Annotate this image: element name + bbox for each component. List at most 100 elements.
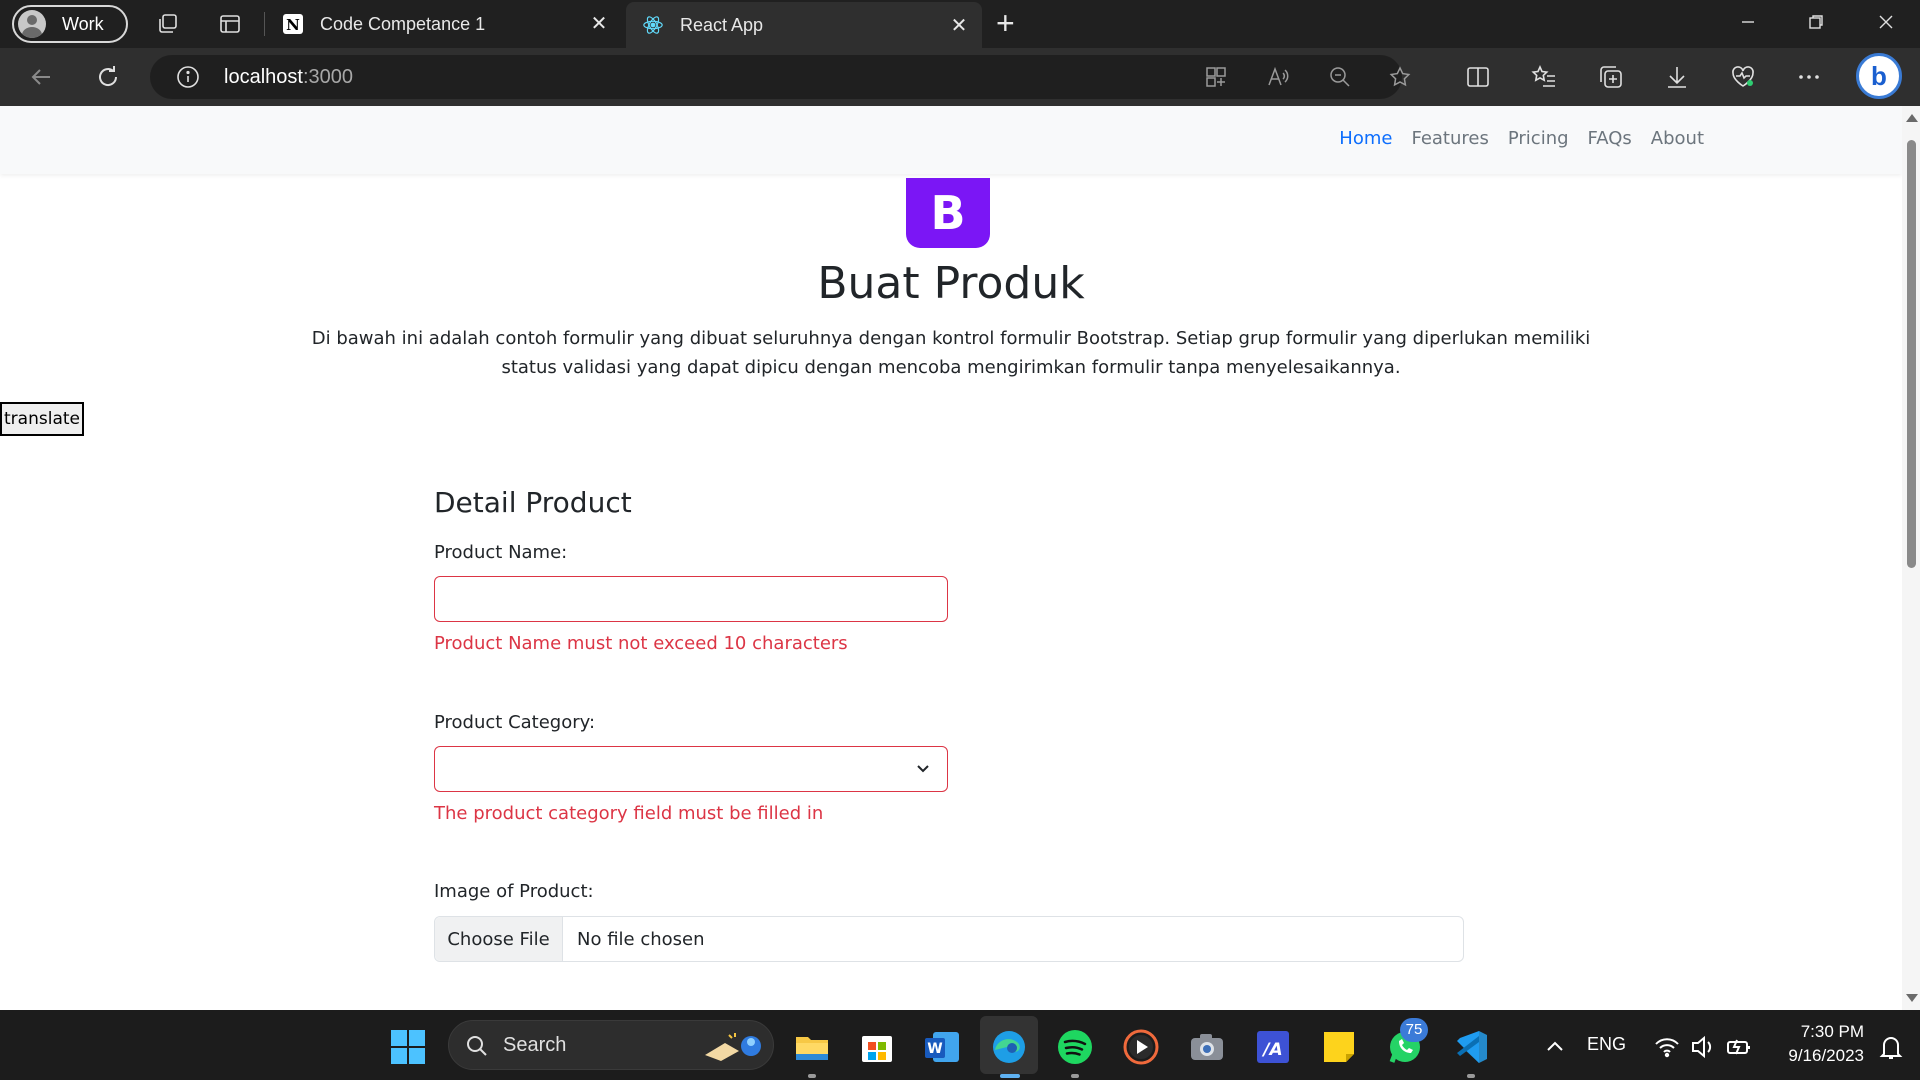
product-name-label: Product Name: [434,542,568,563]
react-icon [642,14,664,36]
new-tab-icon[interactable]: + [996,7,1015,39]
browser-toolbar: localhost:3000 b [0,48,1920,106]
product-category-select[interactable] [434,746,948,792]
battery-icon[interactable] [1720,1028,1750,1066]
nav-links: Home Features Pricing FAQs About [1339,128,1704,149]
edge-icon[interactable] [990,1028,1028,1066]
volume-icon[interactable] [1684,1028,1712,1066]
notion-icon: N [282,13,304,35]
scroll-up-icon[interactable] [1906,114,1918,122]
browser-essentials-icon[interactable] [1730,64,1756,90]
restore-icon[interactable] [1804,10,1828,34]
translate-button[interactable]: translate [0,402,84,436]
start-icon[interactable] [389,1028,427,1066]
bing-copilot-icon[interactable]: b [1856,53,1902,99]
active-indicator [1000,1074,1020,1078]
more-options-icon[interactable] [1796,64,1822,90]
notification-badge: 75 [1400,1018,1428,1042]
page-scrollbar[interactable] [1902,106,1920,1010]
page-viewport: Home Features Pricing FAQs About B Buat … [0,106,1902,1010]
product-category-label: Product Category: [434,712,596,733]
search-highlight-icon [699,1029,765,1063]
workspaces-icon[interactable] [156,12,180,36]
wifi-icon[interactable] [1648,1028,1679,1066]
product-name-error: Product Name must not exceed 10 characte… [434,633,848,654]
vscode-icon[interactable] [1452,1028,1490,1066]
page-description: Di bawah ini adalah contoh formulir yang… [311,328,1591,378]
zoom-icon[interactable] [1328,65,1352,89]
running-indicator [1071,1074,1079,1078]
svg-text:W: W [927,1041,942,1057]
search-label: Search [503,1034,567,1056]
favorites-icon[interactable] [1531,64,1557,90]
close-tab-icon[interactable]: ✕ [948,15,970,37]
favorite-star-icon[interactable] [1388,65,1412,89]
nav-pricing[interactable]: Pricing [1508,128,1569,149]
language-indicator[interactable]: ENG [1587,1034,1626,1055]
downloads-icon[interactable] [1664,64,1690,90]
profile-label: Work [62,13,104,34]
tab-title: React App [680,14,764,35]
svg-text:N: N [286,16,300,34]
sticky-notes-icon[interactable] [1320,1028,1358,1066]
svg-text:/A: /A [1261,1040,1282,1060]
form-section-title: Detail Product [434,486,632,519]
file-explorer-icon[interactable] [793,1028,831,1066]
taskbar-search[interactable]: Search [448,1020,774,1070]
clock-date: 9/16/2023 [1788,1046,1864,1065]
scroll-down-icon[interactable] [1906,994,1918,1002]
site-info-icon[interactable] [176,65,200,89]
bootstrap-logo: B [906,178,990,248]
reload-icon[interactable] [94,63,122,91]
windows-taskbar: Search W /A 75 ENG 7:30 PM 9/16/2023 [0,1010,1920,1080]
site-navbar: Home Features Pricing FAQs About [0,106,1902,174]
product-name-input[interactable] [434,576,948,622]
tab-divider [264,12,265,36]
system-clock[interactable]: 7:30 PM 9/16/2023 [1764,1020,1864,1068]
nav-features[interactable]: Features [1411,128,1488,149]
notifications-icon[interactable] [1872,1028,1903,1066]
url-text: localhost:3000 [224,66,353,89]
choose-file-button[interactable]: Choose File [435,917,563,961]
app-available-icon[interactable] [1204,65,1228,89]
avatar [18,10,46,38]
tab-actions-icon[interactable] [218,12,242,36]
browser-title-bar: Work N Code Competance 1 ✕ React App ✕ + [0,0,1920,48]
profile-button[interactable]: Work [12,5,128,43]
image-file-input[interactable]: Choose File No file chosen [434,916,1464,962]
nav-home[interactable]: Home [1339,128,1392,149]
product-category-error: The product category field must be fille… [434,803,824,824]
image-label: Image of Product: [434,881,594,902]
running-indicator [1467,1074,1475,1078]
running-indicator [808,1074,816,1078]
search-icon [465,1034,489,1058]
read-aloud-icon[interactable] [1266,65,1290,89]
chevron-up-icon[interactable] [1536,1028,1563,1066]
nav-about[interactable]: About [1651,128,1704,149]
logo-letter: B [930,186,966,240]
minimize-icon[interactable] [1736,10,1760,34]
url-host: localhost [224,66,303,88]
scroll-thumb[interactable] [1907,140,1916,568]
tab-react-app[interactable]: React App ✕ [626,2,982,48]
visual-studio-icon[interactable]: /A [1254,1028,1292,1066]
word-icon[interactable]: W [923,1028,961,1066]
chevron-down-icon [915,760,931,776]
close-tab-icon[interactable]: ✕ [588,13,610,35]
nav-faqs[interactable]: FAQs [1588,128,1632,149]
clock-time: 7:30 PM [1800,1022,1864,1041]
tab-title: Code Competance 1 [320,13,486,34]
address-bar[interactable]: localhost:3000 [150,55,1411,99]
collections-icon[interactable] [1598,64,1624,90]
back-icon[interactable] [28,63,56,91]
page-title: Buat Produk [817,258,1085,309]
close-window-icon[interactable] [1874,10,1898,34]
file-status: No file chosen [577,928,705,950]
split-screen-icon[interactable] [1465,64,1491,90]
spotify-icon[interactable] [1056,1028,1094,1066]
media-player-icon[interactable] [1122,1028,1160,1066]
camera-icon[interactable] [1188,1028,1226,1066]
url-port: :3000 [302,66,353,88]
microsoft-store-icon[interactable] [858,1028,896,1066]
tab-code-competance[interactable]: N Code Competance 1 ✕ [270,0,622,48]
